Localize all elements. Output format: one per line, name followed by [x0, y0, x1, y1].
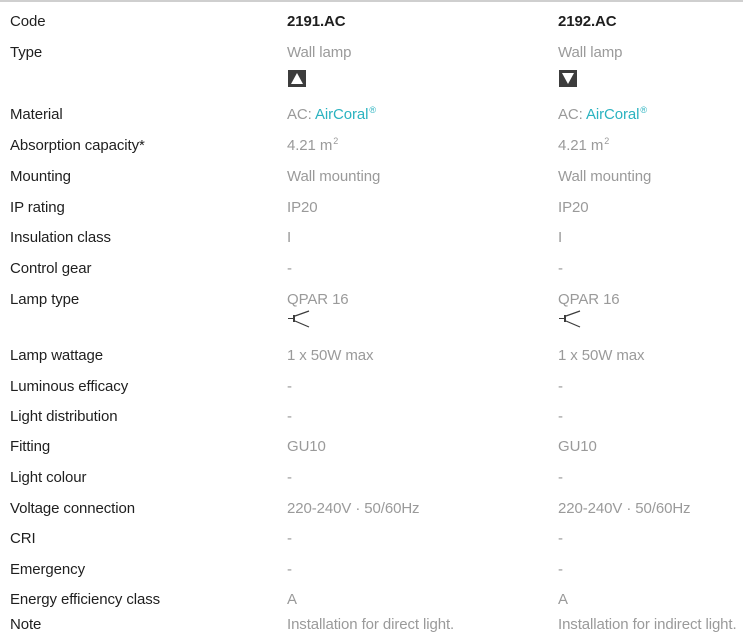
triangle-up-icon: [288, 70, 306, 92]
voltage-value-1: 220-240V · 50/60Hz: [287, 500, 420, 517]
fitting-value-1: GU10: [287, 438, 326, 455]
lamp-type-value-2: QPAR 16: [558, 291, 620, 308]
label-insulation: Insulation class: [10, 229, 111, 246]
efficacy-value-1: -: [287, 378, 292, 395]
label-type: Type: [10, 44, 43, 61]
cri-value-1: -: [287, 530, 292, 547]
label-colour: Light colour: [10, 469, 87, 486]
energy-value-2: A: [558, 591, 568, 608]
mounting-value-2: Wall mounting: [558, 168, 652, 185]
fitting-value-2: GU10: [558, 438, 597, 455]
ip-value-1: IP20: [287, 199, 318, 216]
colour-value-2: -: [558, 469, 563, 486]
label-energy: Energy efficiency class: [10, 591, 160, 608]
aircoral-link[interactable]: AirCoral: [586, 106, 639, 123]
material-value-1: AC: AirCoral®: [287, 105, 376, 125]
lamp-type-value-1: QPAR 16: [287, 291, 349, 308]
qpar-lamp-icon: [287, 310, 311, 333]
top-divider: [0, 0, 743, 2]
emergency-value-1: -: [287, 561, 292, 578]
distribution-value-2: -: [558, 408, 563, 425]
label-fitting: Fitting: [10, 438, 51, 455]
ip-value-2: IP20: [558, 199, 589, 216]
triangle-down-icon: [559, 70, 577, 92]
label-material: Material: [10, 106, 63, 123]
absorption-value-1: 4.21 m2: [287, 136, 339, 156]
label-lamp-type: Lamp type: [10, 291, 80, 308]
registered-mark: ®: [369, 105, 376, 115]
insulation-value-1: I: [287, 229, 292, 246]
type-value-1: Wall lamp: [287, 44, 352, 61]
material-prefix: AC:: [287, 106, 315, 123]
label-absorption: Absorption capacity*: [10, 137, 145, 154]
control-gear-value-1: -: [287, 260, 292, 277]
material-value-2: AC: AirCoral®: [558, 105, 647, 125]
label-note: Note: [10, 616, 42, 633]
absorption-value-2: 4.21 m2: [558, 136, 610, 156]
insulation-value-2: I: [558, 229, 563, 246]
voltage-value-2: 220-240V · 50/60Hz: [558, 500, 691, 517]
aircoral-link[interactable]: AirCoral: [315, 106, 368, 123]
distribution-value-1: -: [287, 408, 292, 425]
label-control-gear: Control gear: [10, 260, 92, 277]
code-value-2: 2192.AC: [558, 13, 617, 30]
wattage-value-2: 1 x 50W max: [558, 347, 645, 364]
label-efficacy: Luminous efficacy: [10, 378, 129, 395]
label-voltage: Voltage connection: [10, 500, 135, 517]
note-value-2: Installation for indirect light.: [558, 616, 737, 633]
label-mounting: Mounting: [10, 168, 71, 185]
qpar-lamp-icon: [558, 310, 582, 333]
energy-value-1: A: [287, 591, 297, 608]
wattage-value-1: 1 x 50W max: [287, 347, 374, 364]
efficacy-value-2: -: [558, 378, 563, 395]
registered-mark: ®: [640, 105, 647, 115]
material-prefix: AC:: [558, 106, 586, 123]
label-wattage: Lamp wattage: [10, 347, 104, 364]
mounting-value-1: Wall mounting: [287, 168, 381, 185]
note-value-1: Installation for direct light.: [287, 616, 455, 633]
label-ip: IP rating: [10, 199, 65, 216]
emergency-value-2: -: [558, 561, 563, 578]
label-code: Code: [10, 13, 46, 30]
cri-value-2: -: [558, 530, 563, 547]
type-value-2: Wall lamp: [558, 44, 623, 61]
label-emergency: Emergency: [10, 561, 85, 578]
absorption-exponent: 2: [333, 136, 339, 146]
absorption-number: 4.21 m: [558, 137, 604, 154]
control-gear-value-2: -: [558, 260, 563, 277]
absorption-exponent: 2: [604, 136, 610, 146]
label-cri: CRI: [10, 530, 36, 547]
code-value-1: 2191.AC: [287, 13, 346, 30]
label-distribution: Light distribution: [10, 408, 118, 425]
absorption-number: 4.21 m: [287, 137, 333, 154]
colour-value-1: -: [287, 469, 292, 486]
